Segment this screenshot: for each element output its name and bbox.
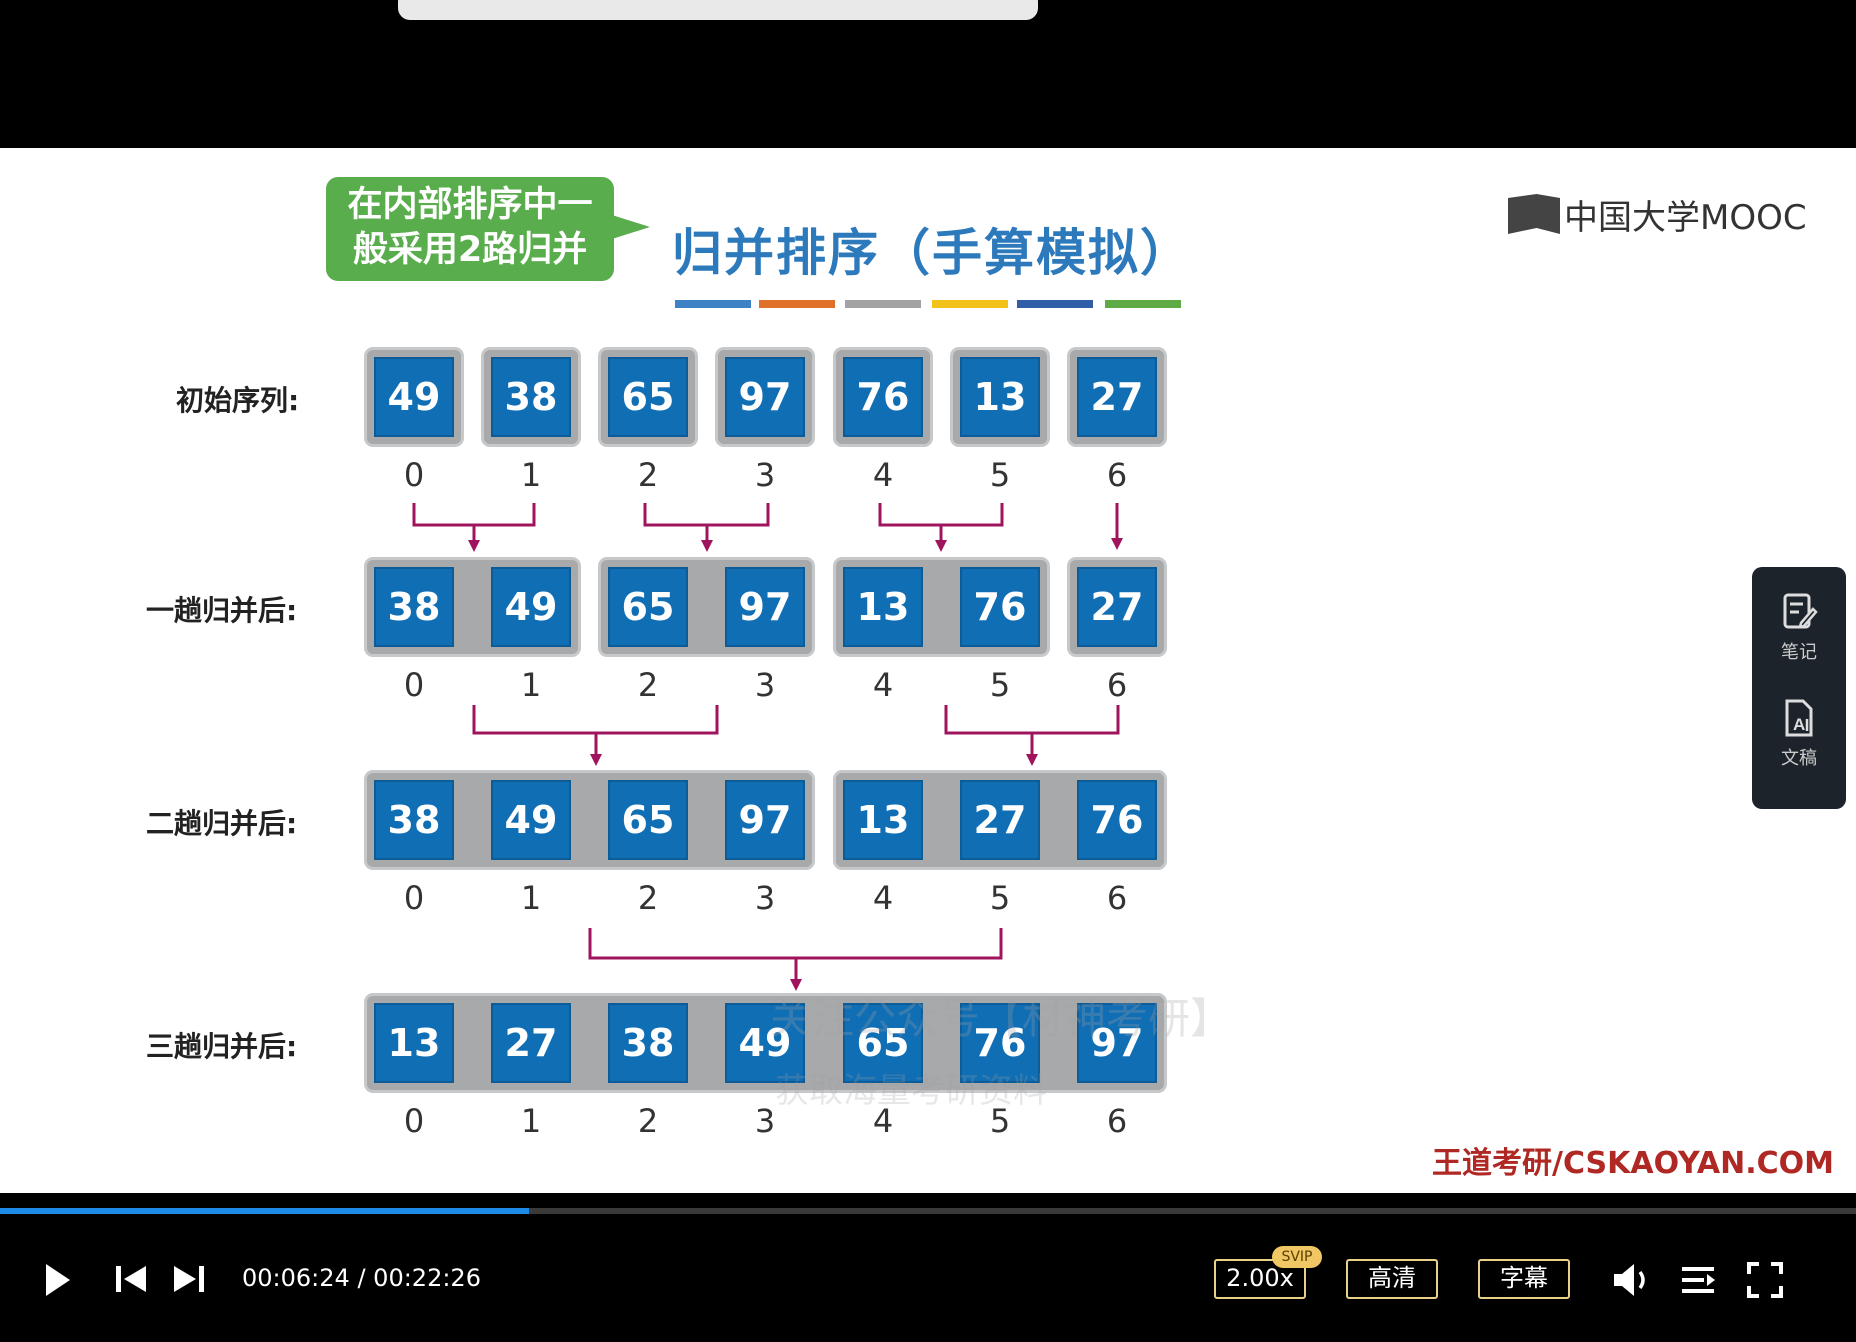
array-index: 4 <box>872 456 894 494</box>
array-index: 0 <box>403 456 425 494</box>
array-index: 4 <box>872 879 894 917</box>
note-edit-icon <box>1783 593 1818 629</box>
array-index: 5 <box>989 666 1011 704</box>
array-index: 5 <box>989 879 1011 917</box>
side-panel: 笔记 A 文稿 <box>1752 567 1846 809</box>
title-color-bar <box>932 300 1008 308</box>
array-index: 1 <box>520 1102 542 1140</box>
array-index: 3 <box>754 879 776 917</box>
array-index: 2 <box>637 456 659 494</box>
volume-icon[interactable] <box>1612 1261 1656 1299</box>
top-address-pill[interactable] <box>398 0 1038 20</box>
initial-sequence-label: 初始序列: <box>176 384 300 417</box>
callout-line-1: 在内部排序中一 <box>347 185 593 225</box>
array-cell: 97 <box>725 567 805 647</box>
array-cell: 13 <box>843 567 923 647</box>
svip-badge: SVIP <box>1272 1246 1322 1268</box>
fullscreen-icon[interactable] <box>1746 1261 1784 1299</box>
array-cell: 38 <box>374 780 454 860</box>
array-cell: 13 <box>843 780 923 860</box>
title-color-bar <box>1017 300 1093 308</box>
time-display: 00:06:24 / 00:22:26 <box>242 1264 481 1292</box>
transcript-label: 文稿 <box>1781 748 1817 769</box>
quality-button[interactable]: 高清 <box>1346 1259 1438 1299</box>
array-cell: 27 <box>1077 357 1157 437</box>
array-index: 6 <box>1106 1102 1128 1140</box>
array-cell: 65 <box>608 567 688 647</box>
callout-bubble: 在内部排序中一 般采用2路归并 <box>326 177 650 281</box>
array-cell: 65 <box>608 357 688 437</box>
array-index: 3 <box>754 666 776 704</box>
title-color-bar <box>1105 300 1181 308</box>
array-index: 4 <box>872 666 894 704</box>
play-icon[interactable] <box>42 1262 72 1298</box>
watermark-sub: 获取海量考研资料 <box>775 1071 1047 1111</box>
array-cell: 27 <box>491 1003 571 1083</box>
subtitles-button[interactable]: 字幕 <box>1478 1259 1570 1299</box>
title-color-bar <box>845 300 921 308</box>
array-index: 3 <box>754 456 776 494</box>
next-icon[interactable] <box>170 1264 206 1294</box>
array-index: 1 <box>520 879 542 917</box>
notes-button[interactable]: 笔记 <box>1752 591 1846 664</box>
array-index: 6 <box>1106 879 1128 917</box>
array-cell: 13 <box>960 357 1040 437</box>
array-cell: 27 <box>960 780 1040 860</box>
time-separator: / <box>357 1264 366 1292</box>
pass-3-label: 三趟归并后: <box>146 1030 298 1063</box>
pass-2-label: 二趟归并后: <box>146 807 298 840</box>
array-cell: 97 <box>725 780 805 860</box>
array-index: 2 <box>637 879 659 917</box>
array-index: 0 <box>403 666 425 704</box>
array-cell: 13 <box>374 1003 454 1083</box>
document-ai-icon: A <box>1785 699 1813 737</box>
array-index: 2 <box>637 666 659 704</box>
array-cell: 27 <box>1077 567 1157 647</box>
svg-text:A: A <box>1793 715 1805 734</box>
array-index: 1 <box>520 666 542 704</box>
watermark: 关注公众号【材神考研】 <box>770 994 1233 1043</box>
top-bar <box>0 0 1856 148</box>
pass-1-label: 一趟归并后: <box>146 594 298 627</box>
mooc-logo: 中国大学MOOC <box>1508 191 1807 238</box>
array-cell: 38 <box>608 1003 688 1083</box>
array-cell: 38 <box>491 357 571 437</box>
array-cell: 49 <box>491 780 571 860</box>
array-cell: 76 <box>960 567 1040 647</box>
array-index: 2 <box>637 1102 659 1140</box>
title-color-bar <box>675 300 751 308</box>
notes-label: 笔记 <box>1781 642 1817 663</box>
book-logo-icon <box>1508 194 1560 234</box>
array-cell: 49 <box>491 567 571 647</box>
current-time: 00:06:24 <box>242 1264 350 1292</box>
array-index: 0 <box>403 1102 425 1140</box>
array-cell: 76 <box>843 357 923 437</box>
array-index: 0 <box>403 879 425 917</box>
callout-line-2: 般采用2路归并 <box>352 230 588 270</box>
slide-title: 归并排序（手算模拟） <box>672 224 1192 282</box>
array-cell: 49 <box>374 357 454 437</box>
array-index: 6 <box>1106 666 1128 704</box>
transcript-button[interactable]: A 文稿 <box>1752 697 1846 770</box>
array-cell: 65 <box>608 780 688 860</box>
logo-text: 中国大学MOOC <box>1564 197 1807 238</box>
array-cell: 97 <box>725 357 805 437</box>
array-index: 6 <box>1106 456 1128 494</box>
array-index: 1 <box>520 456 542 494</box>
title-color-bar <box>759 300 835 308</box>
array-index: 5 <box>989 456 1011 494</box>
total-time: 00:22:26 <box>373 1264 481 1292</box>
previous-icon[interactable] <box>114 1264 150 1294</box>
array-cell: 76 <box>1077 780 1157 860</box>
footer-brand: 王道考研/CSKAOYAN.COM <box>1432 1146 1834 1181</box>
playlist-icon[interactable] <box>1680 1263 1718 1297</box>
array-cell: 38 <box>374 567 454 647</box>
